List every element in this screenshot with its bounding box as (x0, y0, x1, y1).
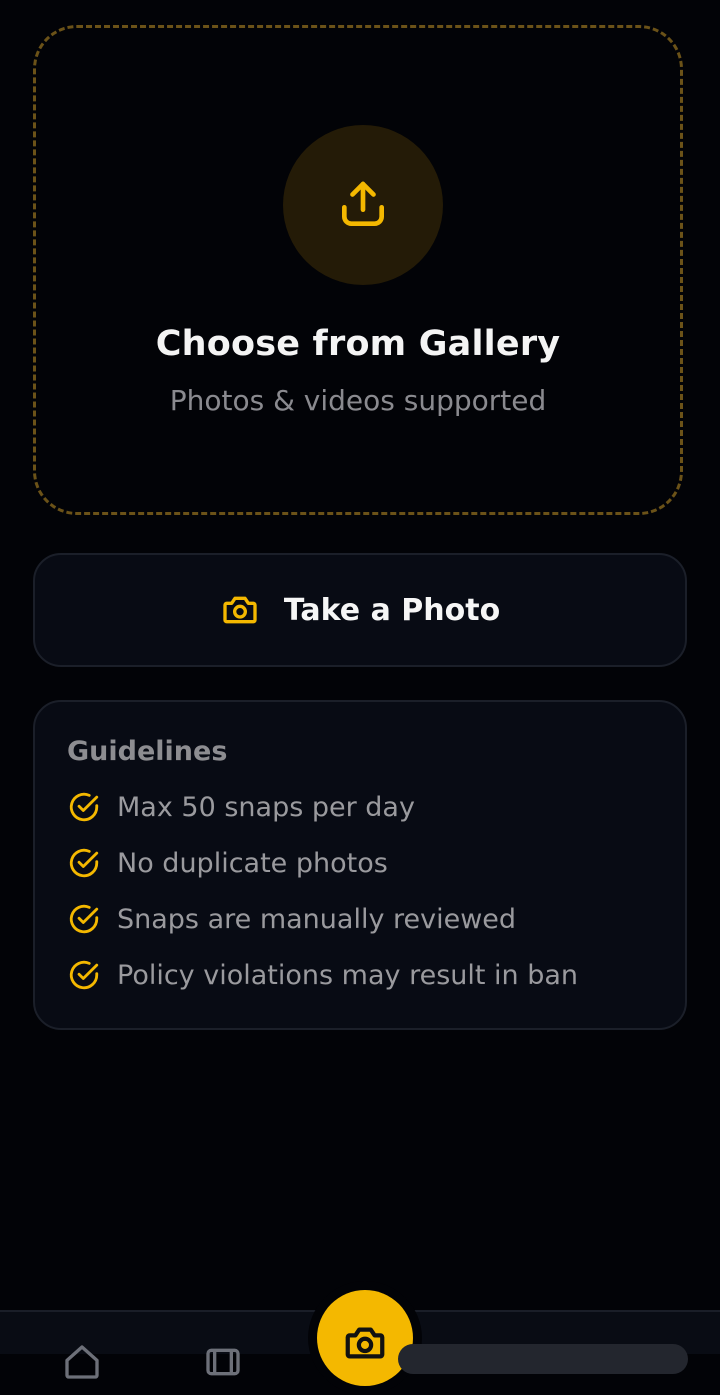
guideline-item: Max 50 snaps per day (67, 790, 415, 824)
gallery-upload-area[interactable]: Choose from Gallery Photos & videos supp… (33, 25, 683, 515)
guideline-text: Max 50 snaps per day (117, 791, 415, 823)
check-circle-icon (69, 960, 99, 990)
film-icon[interactable] (202, 1342, 244, 1382)
home-icon[interactable] (62, 1342, 102, 1382)
camera-fab-button[interactable] (317, 1290, 413, 1386)
guidelines-title: Guidelines (67, 736, 228, 767)
upload-icon (342, 181, 384, 227)
upload-icon-circle (283, 125, 443, 285)
guideline-text: Policy violations may result in ban (117, 959, 579, 991)
camera-icon (345, 1327, 385, 1359)
camera-icon (223, 596, 257, 624)
guideline-item: Snaps are manually reviewed (67, 902, 516, 936)
gallery-title: Choose from Gallery (155, 324, 561, 364)
guidelines-card: Guidelines Max 50 snaps per day No dupli… (33, 700, 687, 1030)
take-photo-button[interactable]: Take a Photo (33, 553, 687, 667)
check-circle-icon (69, 848, 99, 878)
take-photo-label: Take a Photo (283, 592, 501, 628)
guideline-text: Snaps are manually reviewed (117, 903, 517, 935)
guideline-item: Policy violations may result in ban (67, 958, 578, 992)
guideline-item: No duplicate photos (67, 846, 388, 880)
check-circle-icon (69, 904, 99, 934)
check-circle-icon (69, 792, 99, 822)
toast-pill (398, 1344, 688, 1374)
guideline-text: No duplicate photos (117, 847, 388, 879)
gallery-subtitle: Photos & videos supported (169, 384, 547, 417)
